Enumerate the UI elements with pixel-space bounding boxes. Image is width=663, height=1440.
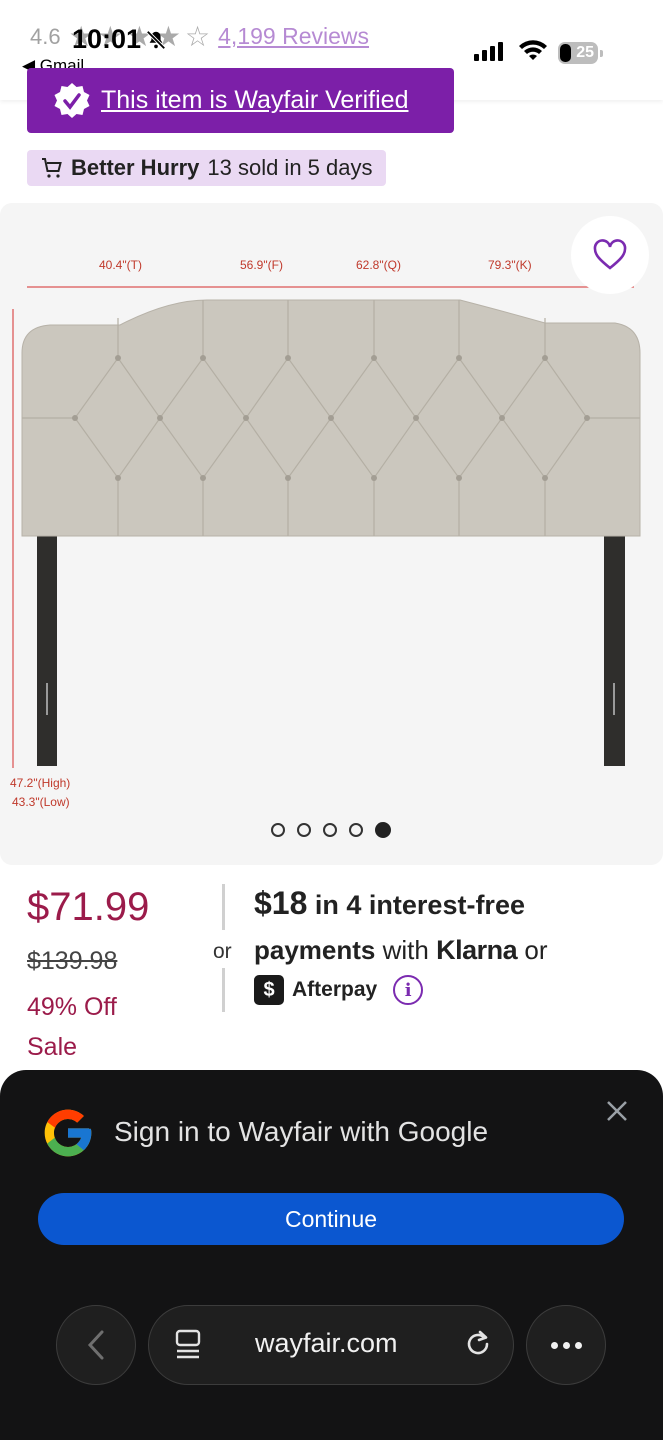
time: 10:01 — [72, 24, 142, 54]
afterpay-label: Afterpay — [292, 978, 378, 1001]
gallery-dot[interactable] — [297, 823, 311, 837]
cart-icon — [42, 158, 62, 178]
cellular-signal-icon — [474, 42, 503, 61]
verified-badge-icon — [54, 82, 90, 118]
clock: 10:01 — [72, 24, 167, 55]
divider — [222, 884, 225, 930]
klarna-line: payments with Klarna or — [254, 935, 548, 966]
verified-banner-text: This item is Wayfair Verified — [101, 86, 409, 114]
more-dot — [550, 1341, 558, 1349]
dimension-full-label: 56.9"(F) — [240, 258, 283, 272]
klarna-logo: Klarna — [436, 935, 518, 965]
dimension-low-label: 43.3"(Low) — [12, 795, 70, 809]
reload-icon[interactable] — [462, 1328, 494, 1360]
close-button[interactable] — [600, 1094, 634, 1128]
gallery-dot[interactable] — [323, 823, 337, 837]
gallery-dot[interactable] — [271, 823, 285, 837]
battery-level: 25 — [576, 44, 594, 61]
more-options-button[interactable] — [526, 1305, 606, 1385]
installment-amount: $18 — [254, 885, 308, 921]
discount-label: 49% Off — [27, 993, 117, 1021]
headboard-product-image — [12, 286, 641, 768]
sheet-title: Sign in to Wayfair with Google — [114, 1116, 489, 1147]
afterpay-icon: $ — [254, 975, 284, 1005]
continue-button[interactable]: Continue — [38, 1193, 624, 1245]
more-dot — [574, 1341, 582, 1349]
url-text[interactable]: wayfair.com — [255, 1328, 398, 1359]
urgency-text: 13 sold in 5 days — [207, 155, 373, 180]
heart-icon — [593, 239, 627, 270]
close-icon — [607, 1101, 627, 1121]
bell-muted-icon — [146, 29, 166, 50]
divider — [222, 968, 225, 1012]
info-icon[interactable]: i — [393, 975, 424, 1005]
star-half-icon: ☆ — [185, 21, 211, 52]
battery-icon: 25 — [558, 42, 603, 64]
or-label: or — [213, 940, 232, 963]
afterpay-line: $ Afterpay i — [254, 975, 424, 1005]
wayfair-verified-banner[interactable]: This item is Wayfair Verified — [27, 68, 454, 133]
gallery-dot-active[interactable] — [375, 822, 391, 838]
installment-text: in 4 interest-free — [314, 890, 525, 920]
or-word: or — [524, 935, 548, 965]
gallery-dot[interactable] — [349, 823, 363, 837]
payments-word: payments — [254, 935, 376, 965]
favorite-button[interactable] — [571, 216, 649, 294]
chevron-left-icon — [87, 1330, 104, 1360]
dimension-high-label: 47.2"(High) — [10, 776, 71, 790]
original-price: $139.98 — [27, 947, 118, 975]
dimension-queen-label: 62.8"(Q) — [356, 258, 401, 272]
more-dot — [562, 1341, 570, 1349]
tab-overview-icon — [175, 1329, 201, 1359]
urgency-badge: Better Hurry 13 sold in 5 days — [27, 150, 387, 186]
sale-price: $71.99 — [27, 885, 150, 929]
reviews-link[interactable]: 4,199 Reviews — [218, 23, 369, 50]
urgency-bold: Better Hurry — [71, 155, 200, 180]
sale-badge: Sale — [27, 1033, 78, 1061]
wifi-icon — [519, 40, 547, 60]
browser-back-button[interactable] — [56, 1305, 136, 1385]
gallery-pagination — [271, 822, 391, 838]
installment-line: $18 in 4 interest-free — [254, 885, 525, 922]
dimension-twin-label: 40.4"(T) — [99, 258, 142, 272]
rating-value: 4.6 — [30, 23, 61, 49]
google-logo-icon — [44, 1109, 92, 1157]
with-word: with — [382, 935, 429, 965]
dimension-king-label: 79.3"(K) — [488, 258, 532, 272]
